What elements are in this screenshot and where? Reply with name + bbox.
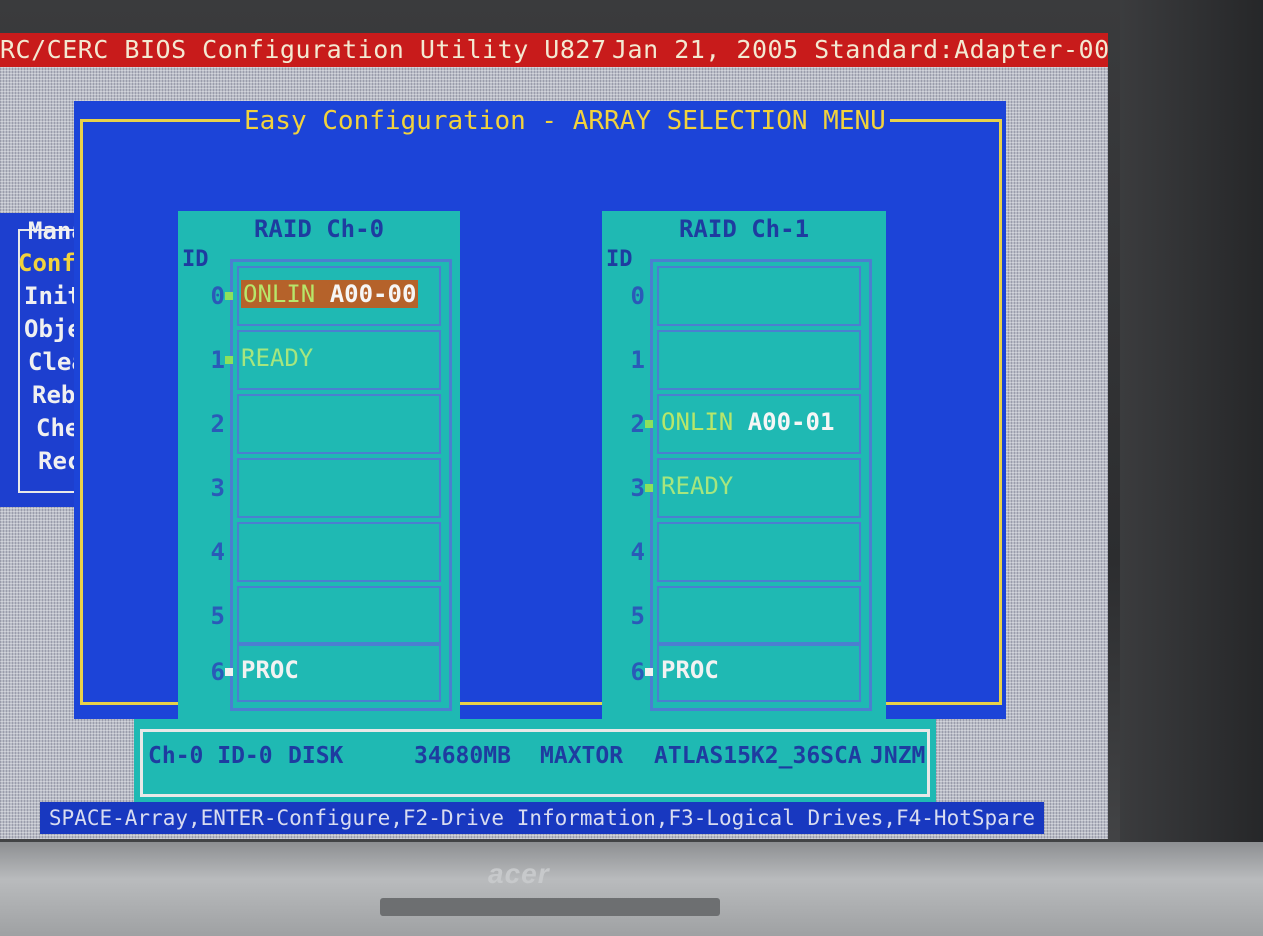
drive-slot-0[interactable]: 0 ONLIN A00-00 [211, 266, 441, 326]
dialog-title: Easy Configuration - ARRAY SELECTION MEN… [240, 105, 890, 137]
drive-status-selected: ONLIN A00-00 [241, 280, 419, 308]
drive-status-row: ONLIN A00-01 [661, 408, 834, 436]
bullet-icon [645, 484, 653, 492]
bullet-icon [645, 668, 653, 676]
slot-id: 3 [210, 474, 225, 502]
channel-panel-1: RAID Ch-1 ID 0 1 2 ONLIN A00-01 3 READY [602, 211, 886, 719]
slot-id: 0 [630, 282, 645, 310]
drive-slot-4[interactable]: 4 [631, 522, 861, 582]
drive-slot-1[interactable]: 1 [631, 330, 861, 390]
bios-screen: RC/CERC BIOS Configuration Utility U827 … [0, 33, 1108, 839]
monitor-bezel-side [1120, 0, 1263, 936]
drive-slot-3[interactable]: 3 [211, 458, 441, 518]
bullet-icon [645, 420, 653, 428]
slot-id: 2 [630, 410, 645, 438]
slot-id: 5 [210, 602, 225, 630]
drive-slots: 0 ONLIN A00-00 1 READY 2 3 4 5 6 PROC [211, 259, 452, 711]
drive-info-bar: Ch-0 ID-0 DISK 34680MB MAXTOR ATLAS15K2_… [134, 719, 936, 807]
key-help-bar: SPACE-Array,ENTER-Configure,F2-Drive Inf… [40, 802, 1044, 834]
drive-slot-6[interactable]: 6 PROC [211, 642, 441, 702]
drive-location: Ch-0 ID-0 [148, 743, 273, 769]
drive-status: PROC [661, 656, 719, 684]
bullet-icon [225, 356, 233, 364]
channel-title: RAID Ch-0 [253, 215, 385, 243]
bullet-icon [225, 292, 233, 300]
id-column-label: ID [606, 247, 633, 272]
array-selection-dialog: Easy Configuration - ARRAY SELECTION MEN… [74, 101, 1006, 719]
drive-revision: JNZM [870, 743, 926, 769]
monitor-bottom-bezel [0, 842, 1263, 936]
slot-id: 5 [630, 602, 645, 630]
drive-size: 34680MB [414, 743, 511, 769]
drive-status: READY [661, 472, 734, 500]
drive-status: ONLIN [661, 408, 734, 436]
drive-slot-2[interactable]: 2 [211, 394, 441, 454]
drive-slot-3[interactable]: 3 READY [631, 458, 861, 518]
slot-id: 1 [630, 346, 645, 374]
id-column-label: ID [182, 247, 209, 272]
utility-title: RC/CERC BIOS Configuration Utility U827 [0, 35, 607, 64]
drive-slot-1[interactable]: 1 READY [211, 330, 441, 390]
array-label: A00-01 [747, 408, 835, 436]
channel-panel-0: RAID Ch-0 ID 0 ONLIN A00-00 1 READY 2 3 [178, 211, 460, 719]
drive-slot-2[interactable]: 2 ONLIN A00-01 [631, 394, 861, 454]
slot-id: 4 [210, 538, 225, 566]
slot-id: 0 [210, 282, 225, 310]
drive-vendor: MAXTOR [540, 743, 624, 769]
slot-id: 1 [210, 346, 225, 374]
channel-title: RAID Ch-1 [678, 215, 810, 243]
slot-id: 6 [210, 658, 225, 686]
drive-status: PROC [241, 656, 299, 684]
drive-slot-6[interactable]: 6 PROC [631, 642, 861, 702]
monitor-brand-logo: acer [488, 858, 550, 889]
adapter-info: Jan 21, 2005 Standard:Adapter-00 [612, 35, 1108, 64]
drive-slot-0[interactable]: 0 [631, 266, 861, 326]
drive-slot-5[interactable]: 5 [631, 586, 861, 646]
drive-status: ONLIN [243, 280, 316, 308]
slot-id: 6 [630, 658, 645, 686]
drive-status: READY [241, 344, 314, 372]
monitor-buttons [380, 898, 720, 916]
drive-type: DISK [288, 743, 344, 769]
array-label: A00-00 [329, 280, 417, 308]
bullet-icon [225, 668, 233, 676]
slot-id: 3 [630, 474, 645, 502]
title-bar: RC/CERC BIOS Configuration Utility U827 … [0, 33, 1108, 67]
drive-model: ATLAS15K2_36SCA [654, 743, 862, 769]
drive-slots: 0 1 2 ONLIN A00-01 3 READY 4 5 6 PROC [631, 259, 872, 711]
slot-id: 4 [630, 538, 645, 566]
slot-id: 2 [210, 410, 225, 438]
drive-slot-5[interactable]: 5 [211, 586, 441, 646]
drive-slot-4[interactable]: 4 [211, 522, 441, 582]
